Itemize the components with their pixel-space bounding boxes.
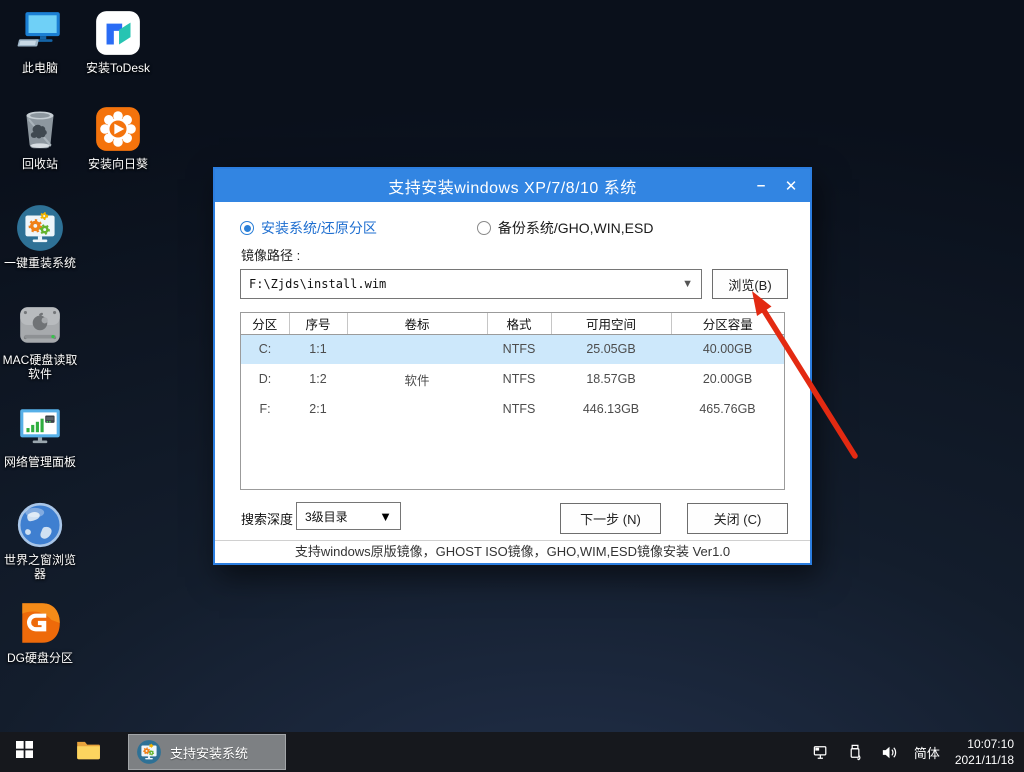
recycle-bin-icon — [15, 104, 65, 154]
search-depth-select[interactable]: 3级目录 ▼ — [296, 502, 401, 530]
image-path-value: F:\Zjds\install.wim — [249, 277, 682, 291]
table-cell: NTFS — [487, 334, 551, 364]
table-cell — [347, 394, 487, 424]
desktop-icon-label: 此电脑 — [1, 61, 79, 75]
partition-table: 分区序号卷标格式可用空间分区容量 C:1:1 NTFS25.05GB40.00GB… — [241, 313, 784, 424]
todesk-icon — [93, 8, 143, 58]
column-header: 格式 — [487, 313, 551, 334]
desktop-icon-recycle-bin[interactable]: 回收站 — [1, 104, 79, 171]
desktop-icon-label: 世界之窗浏览器 — [1, 553, 79, 582]
dialog-footer-text: 支持windows原版镜像，GHOST ISO镜像，GHO,WIM,ESD镜像安… — [215, 540, 810, 563]
column-header: 可用空间 — [551, 313, 671, 334]
desktop-icon-reinstall-system[interactable]: 一键重装系统 — [1, 203, 79, 270]
network-icon[interactable] — [812, 743, 831, 762]
desktop-icon-network-panel[interactable]: 网络管理面板 — [1, 402, 79, 469]
radio-unselected-icon — [477, 221, 491, 235]
table-cell: C: — [241, 334, 289, 364]
desktop-icon-label: MAC硬盘读取软件 — [1, 353, 79, 382]
clock-date: 2021/11/18 — [955, 752, 1014, 768]
installer-dialog: 支持安装windows XP/7/8/10 系统 – ✕ 安装系统/还原分区 备… — [213, 167, 812, 565]
browse-button[interactable]: 浏览(B) — [712, 269, 788, 299]
desktop-icon-dg-partition[interactable]: DG硬盘分区 — [1, 598, 79, 665]
reinstall-system-icon — [15, 203, 65, 253]
partition-table-container: 分区序号卷标格式可用空间分区容量 C:1:1 NTFS25.05GB40.00GB… — [240, 312, 785, 490]
image-path-label: 镜像路径 : — [241, 245, 300, 264]
world-browser-icon — [15, 500, 65, 550]
search-depth-label: 搜索深度 — [241, 509, 293, 528]
close-dialog-button[interactable]: 关闭 (C) — [687, 503, 788, 534]
folder-icon — [75, 737, 101, 768]
desktop-icon-mac-disk-reader[interactable]: MAC硬盘读取软件 — [1, 300, 79, 382]
table-cell: D: — [241, 364, 289, 394]
radio-label: 安装系统/还原分区 — [261, 218, 377, 238]
chevron-down-icon[interactable]: ▼ — [682, 278, 693, 290]
mac-disk-icon — [15, 300, 65, 350]
desktop-icon-this-pc[interactable]: 此电脑 — [1, 8, 79, 75]
windows-logo-icon — [16, 741, 33, 763]
sunflower-icon — [93, 104, 143, 154]
desktop-icon-world-browser[interactable]: 世界之窗浏览器 — [1, 500, 79, 582]
radio-install-restore[interactable]: 安装系统/还原分区 — [240, 218, 377, 238]
clock-time: 10:07:10 — [955, 736, 1014, 752]
taskbar-item-label: 支持安装系统 — [170, 743, 248, 762]
column-header: 序号 — [289, 313, 347, 334]
dg-partition-icon — [15, 598, 65, 648]
ime-indicator[interactable]: 简体 — [914, 743, 940, 762]
start-button[interactable] — [0, 732, 48, 772]
table-cell — [347, 334, 487, 364]
table-row[interactable]: D:1:2软件NTFS18.57GB20.00GB — [241, 364, 784, 394]
desktop-icon-sunflower[interactable]: 安装向日葵 — [79, 104, 157, 171]
minimize-button[interactable]: – — [746, 169, 776, 202]
installer-app-icon — [136, 739, 162, 765]
taskbar-item-installer[interactable]: 支持安装系统 — [128, 734, 286, 770]
chevron-down-icon[interactable]: ▼ — [379, 509, 392, 524]
this-pc-icon — [15, 8, 65, 58]
search-depth-value: 3级目录 — [305, 508, 379, 525]
desktop-icon-label: 网络管理面板 — [1, 455, 79, 469]
desktop-icon-label: 安装ToDesk — [79, 61, 157, 75]
speaker-icon[interactable] — [880, 743, 899, 762]
table-cell: 40.00GB — [671, 334, 784, 364]
table-cell: 软件 — [347, 364, 487, 394]
close-icon[interactable]: ✕ — [776, 169, 806, 202]
table-cell: 2:1 — [289, 394, 347, 424]
table-cell: 446.13GB — [551, 394, 671, 424]
column-header: 分区容量 — [671, 313, 784, 334]
table-cell: F: — [241, 394, 289, 424]
table-row[interactable]: F:2:1 NTFS446.13GB465.76GB — [241, 394, 784, 424]
table-cell: NTFS — [487, 364, 551, 394]
dialog-body: 安装系统/还原分区 备份系统/GHO,WIN,ESD 镜像路径 : F:\Zjd… — [215, 202, 810, 540]
table-cell: 1:2 — [289, 364, 347, 394]
network-panel-icon — [15, 402, 65, 452]
table-cell: 25.05GB — [551, 334, 671, 364]
dialog-title: 支持安装windows XP/7/8/10 系统 — [388, 174, 637, 198]
radio-label: 备份系统/GHO,WIN,ESD — [498, 218, 654, 238]
desktop-icon-label: 回收站 — [1, 157, 79, 171]
table-cell: 465.76GB — [671, 394, 784, 424]
table-cell: 18.57GB — [551, 364, 671, 394]
column-header: 分区 — [241, 313, 289, 334]
desktop-icon-label: 一键重装系统 — [1, 256, 79, 270]
desktop: 此电脑 安装ToDesk 回收站 安装向日葵 一键重装系统 MAC硬盘读取软件 — [0, 0, 1024, 772]
table-cell: NTFS — [487, 394, 551, 424]
table-cell: 1:1 — [289, 334, 347, 364]
usb-icon[interactable] — [846, 743, 865, 762]
clock[interactable]: 10:07:10 2021/11/18 — [955, 736, 1014, 768]
desktop-icon-label: DG硬盘分区 — [1, 651, 79, 665]
dialog-titlebar: 支持安装windows XP/7/8/10 系统 – ✕ — [215, 169, 810, 202]
taskbar: 支持安装系统 简体 10:07:10 2021/11/18 — [0, 732, 1024, 772]
mode-radio-group: 安装系统/还原分区 备份系统/GHO,WIN,ESD — [240, 218, 653, 238]
column-header: 卷标 — [347, 313, 487, 334]
table-cell: 20.00GB — [671, 364, 784, 394]
system-tray: 简体 10:07:10 2021/11/18 — [812, 736, 1024, 768]
image-path-combobox[interactable]: F:\Zjds\install.wim ▼ — [240, 269, 702, 299]
file-explorer-button[interactable] — [64, 732, 112, 772]
desktop-icon-label: 安装向日葵 — [79, 157, 157, 171]
table-header-row: 分区序号卷标格式可用空间分区容量 — [241, 313, 784, 334]
next-button[interactable]: 下一步 (N) — [560, 503, 661, 534]
desktop-icon-todesk[interactable]: 安装ToDesk — [79, 8, 157, 75]
radio-selected-icon — [240, 221, 254, 235]
table-row[interactable]: C:1:1 NTFS25.05GB40.00GB — [241, 334, 784, 364]
radio-backup-system[interactable]: 备份系统/GHO,WIN,ESD — [477, 218, 654, 238]
